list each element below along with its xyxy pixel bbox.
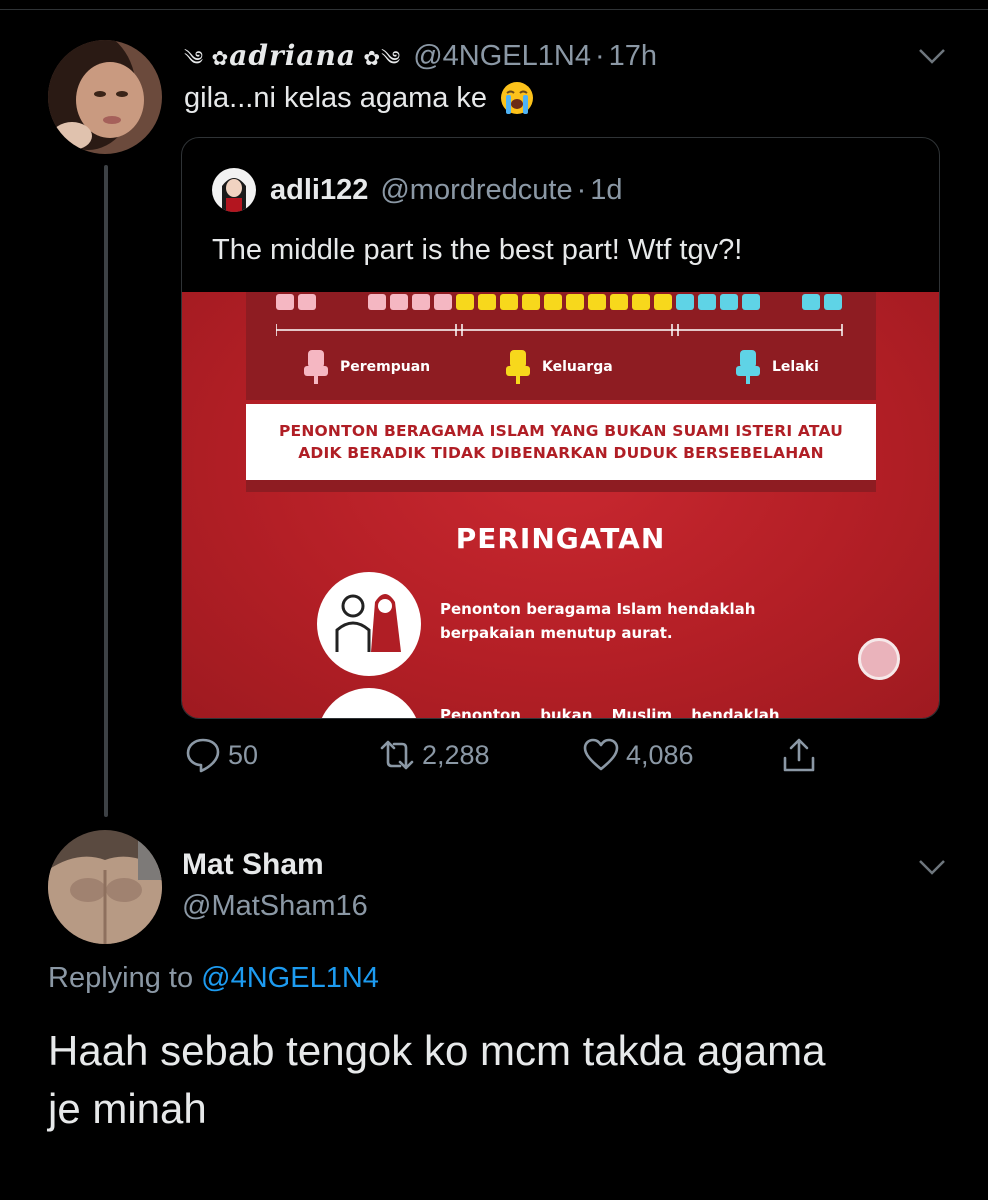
tweet-text: Haah sebab tengok ko mcm takda agama je … — [48, 1022, 948, 1138]
separator-dot: · — [576, 173, 587, 206]
quoted-tweet-header: adli122 @mordredcute · 1d — [212, 168, 623, 212]
quoted-tweet-card[interactable]: adli122 @mordredcute · 1d The middle par… — [181, 137, 940, 719]
quoted-timestamp: 1d — [590, 173, 623, 206]
retweet-icon — [380, 740, 414, 770]
replying-label: Replying to — [48, 962, 202, 994]
chevron-down-icon[interactable] — [918, 858, 946, 876]
like-button[interactable]: 4,086 — [582, 736, 694, 774]
heart-icon — [583, 738, 619, 771]
touch-indicator — [858, 638, 900, 680]
notice-line-1: PENONTON BERAGAMA ISLAM YANG BUKAN SUAMI… — [279, 422, 843, 440]
quoted-tweet-text: The middle part is the best part! Wtf tg… — [212, 234, 743, 266]
like-count: 4,086 — [626, 739, 694, 770]
loudly-crying-face-icon — [501, 82, 534, 114]
dress-code-icon — [317, 572, 421, 676]
avatar[interactable] — [48, 830, 162, 944]
seat-row-graphic — [276, 294, 843, 336]
share-icon — [783, 738, 815, 772]
handle[interactable]: @MatSham16 — [182, 890, 368, 923]
reply-button[interactable]: 50 — [184, 736, 258, 774]
avatar[interactable] — [48, 40, 162, 154]
thread-connector-line — [104, 165, 108, 817]
replying-to: Replying to @4NGEL1N4 — [48, 962, 379, 995]
display-name[interactable]: Mat Sham — [182, 848, 324, 882]
tweet-header: ༄ ✿adriana ✿༄ @4NGEL1N4 · 17h — [184, 36, 657, 76]
timestamp[interactable]: 17h — [609, 40, 657, 73]
separator-dot: · — [594, 40, 605, 72]
legend-keluarga: Keluarga — [506, 350, 613, 384]
quoted-handle[interactable]: @mordredcute — [380, 174, 572, 207]
chevron-down-icon[interactable] — [918, 47, 946, 65]
warning-text: Penonton beragama Islam hendaklah berpak… — [440, 600, 756, 642]
retweet-count: 2,288 — [422, 739, 490, 770]
reply-icon — [186, 738, 220, 773]
handle[interactable]: @4NGEL1N4 — [413, 40, 591, 73]
cyan-seat-icon — [736, 350, 760, 384]
warning-title: PERINGATAN — [455, 522, 666, 555]
seating-notice: PENONTON BERAGAMA ISLAM YANG BUKAN SUAMI… — [246, 404, 876, 492]
partial-warning-text: Penonton bukan Muslim hendaklah — [440, 706, 780, 719]
tweet-text: gila...ni kelas agama ke — [184, 80, 535, 116]
pink-seat-icon — [304, 350, 328, 384]
quoted-media-image[interactable]: Perempuan Keluarga Lelaki PENONTON BERAG… — [182, 292, 939, 719]
display-name-text[interactable]: adriana — [229, 39, 356, 72]
top-divider — [0, 9, 988, 10]
reply-count: 50 — [228, 739, 259, 770]
avatar-photo — [48, 830, 162, 944]
tweet-text-line: Haah sebab tengok ko mcm takda agama — [48, 1027, 826, 1074]
partial-warning-icon — [317, 688, 421, 718]
share-button[interactable] — [780, 736, 824, 774]
legend-perempuan: Perempuan — [304, 350, 430, 384]
retweet-button[interactable]: 2,288 — [378, 736, 490, 774]
quoted-avatar[interactable] — [212, 168, 256, 212]
notice-line-2: ADIK BERADIK TIDAK DIBENARKAN DUDUK BERS… — [298, 444, 824, 462]
quoted-display-name[interactable]: adli122 — [270, 174, 368, 207]
tweet-actions: 50 2,288 4,086 — [184, 736, 844, 780]
tweet-text-line: je minah — [48, 1085, 207, 1132]
tweet-text-content: gila...ni kelas agama ke — [184, 81, 488, 114]
avatar-photo — [48, 40, 162, 154]
seat-legend-panel: Perempuan Keluarga Lelaki — [246, 292, 876, 400]
yellow-seat-icon — [506, 350, 530, 384]
mention-link[interactable]: @4NGEL1N4 — [201, 962, 379, 994]
legend-lelaki: Lelaki — [736, 350, 819, 384]
